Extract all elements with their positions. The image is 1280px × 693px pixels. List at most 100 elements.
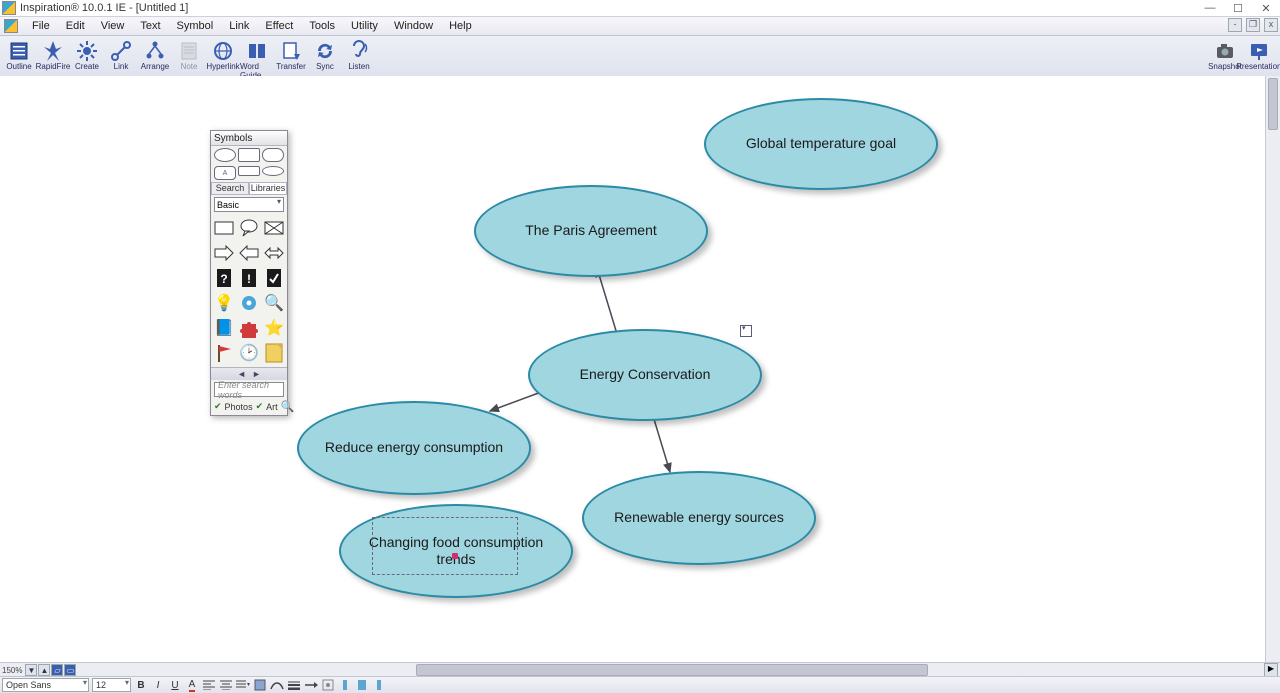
sym-note[interactable] <box>262 341 286 365</box>
font-size-select[interactable]: 12 <box>92 678 131 692</box>
line-width-button[interactable] <box>287 678 301 692</box>
bold-button[interactable]: B <box>134 678 148 692</box>
zoom-page-button[interactable]: ▭ <box>64 664 76 676</box>
opt-photos-check[interactable]: ✔ <box>214 401 222 412</box>
sym-arrow-right[interactable] <box>212 241 236 265</box>
sym-star[interactable]: ⭐ <box>262 316 286 340</box>
sym-speech-bubble[interactable] <box>237 216 261 240</box>
italic-button[interactable]: I <box>151 678 165 692</box>
underline-button[interactable]: U <box>168 678 182 692</box>
fill-color-button[interactable] <box>253 678 267 692</box>
sym-puzzle[interactable] <box>237 316 261 340</box>
nudge-right-button[interactable] <box>372 678 386 692</box>
sym-exclaim-dark[interactable]: ! <box>237 266 261 290</box>
node-global-temperature[interactable]: Global temperature goal <box>704 98 938 190</box>
defaults-button[interactable] <box>321 678 335 692</box>
palette-title[interactable]: Symbols <box>211 131 287 146</box>
sym-gear-blue[interactable] <box>237 291 261 315</box>
menu-help[interactable]: Help <box>441 19 480 33</box>
menu-file[interactable]: File <box>24 19 58 33</box>
zoom-out-button[interactable]: ▼ <box>25 664 37 676</box>
node-energy-conservation[interactable]: Energy Conservation <box>528 329 762 421</box>
menu-link[interactable]: Link <box>221 19 257 33</box>
node-label: Global temperature goal <box>746 135 896 153</box>
tool-link[interactable]: Link <box>104 38 138 71</box>
node-paris-agreement[interactable]: The Paris Agreement <box>474 185 708 277</box>
maximize-button[interactable]: ☐ <box>1224 0 1252 16</box>
node-label: The Paris Agreement <box>525 222 657 240</box>
child-minimize-button[interactable]: - <box>1228 18 1242 32</box>
sym-arrow-left[interactable] <box>237 241 261 265</box>
shape-rect-preset-1[interactable] <box>238 148 260 162</box>
font-color-button[interactable]: A <box>185 678 199 692</box>
menu-effect[interactable]: Effect <box>257 19 301 33</box>
palette-next[interactable]: ► <box>252 369 261 379</box>
tool-sync[interactable]: Sync <box>308 38 342 71</box>
sym-flag[interactable] <box>212 341 236 365</box>
shape-rounded-preset[interactable]: A <box>214 166 236 180</box>
sym-rectangle[interactable] <box>212 216 236 240</box>
minimize-button[interactable]: — <box>1196 0 1224 16</box>
opt-art-check[interactable]: ✔ <box>256 401 264 412</box>
shape-oval-preset-1[interactable] <box>214 148 236 162</box>
palette-tab-search[interactable]: Search <box>211 182 249 195</box>
node-reduce-consumption[interactable]: Reduce energy consumption <box>297 401 531 495</box>
subtopic-quick-handle[interactable] <box>740 325 752 337</box>
menu-window[interactable]: Window <box>386 19 441 33</box>
menu-utility[interactable]: Utility <box>343 19 386 33</box>
sym-question-dark[interactable]: ? <box>212 266 236 290</box>
palette-tab-libraries[interactable]: Libraries <box>249 182 287 195</box>
close-button[interactable]: ✕ <box>1252 0 1280 16</box>
palette-prev[interactable]: ◄ <box>237 369 246 379</box>
tool-presentation[interactable]: Presentation <box>1242 38 1276 71</box>
align-menu-button[interactable] <box>236 678 250 692</box>
tool-create[interactable]: Create <box>70 38 104 71</box>
zoom-level[interactable]: 150% <box>0 666 24 675</box>
menu-text[interactable]: Text <box>132 19 168 33</box>
tool-outline[interactable]: Outline <box>2 38 36 71</box>
menu-edit[interactable]: Edit <box>58 19 93 33</box>
horizontal-scroll-right[interactable]: ▶ <box>1264 663 1278 677</box>
child-restore-button[interactable]: ❐ <box>1246 18 1260 32</box>
sym-check-dark[interactable] <box>262 266 286 290</box>
line-style-button[interactable] <box>270 678 284 692</box>
tool-rapidfire[interactable]: RapidFire <box>36 38 70 71</box>
sym-crossed-box[interactable] <box>262 216 286 240</box>
sym-magnifier[interactable]: 🔍 <box>262 291 286 315</box>
align-left-button[interactable] <box>202 678 216 692</box>
font-family-select[interactable]: Open Sans <box>2 678 89 692</box>
sym-lightbulb[interactable]: 💡 <box>212 291 236 315</box>
tool-wordguide[interactable]: Word Guide <box>240 38 274 80</box>
child-close-button[interactable]: x <box>1264 18 1278 32</box>
horizontal-scroll-thumb[interactable] <box>416 664 928 676</box>
zoom-fit-button[interactable]: ▱ <box>51 664 63 676</box>
sym-arrow-both[interactable] <box>262 241 286 265</box>
palette-library-select[interactable]: Basic <box>214 197 284 212</box>
zoom-in-button[interactable]: ▲ <box>38 664 50 676</box>
tool-arrange[interactable]: Arrange <box>138 38 172 71</box>
align-center-button[interactable] <box>219 678 233 692</box>
palette-search-go[interactable]: 🔍 <box>281 400 295 413</box>
arrow-style-button[interactable] <box>304 678 318 692</box>
menu-view[interactable]: View <box>93 19 133 33</box>
shape-flat-preset[interactable] <box>238 166 260 176</box>
node-renewable-sources[interactable]: Renewable energy sources <box>582 471 816 565</box>
shape-oval-preset-2[interactable] <box>262 148 284 162</box>
main-toolbar: Outline RapidFire Create Link Arrange No… <box>0 36 1280 79</box>
shape-thin-oval-preset[interactable] <box>262 166 284 176</box>
vertical-scroll-thumb[interactable] <box>1268 78 1278 130</box>
tool-hyperlink[interactable]: Hyperlink <box>206 38 240 71</box>
palette-search-input[interactable]: Enter search words <box>214 382 284 397</box>
symbols-palette[interactable]: Symbols A Search Libraries Basic <box>210 130 288 416</box>
tool-listen[interactable]: Listen <box>342 38 376 71</box>
tool-transfer[interactable]: Transfer <box>274 38 308 71</box>
vertical-scrollbar[interactable] <box>1265 76 1280 663</box>
tool-note[interactable]: Note <box>172 38 206 71</box>
diagram-canvas[interactable]: Global temperature goal The Paris Agreem… <box>0 76 1266 659</box>
menu-symbol[interactable]: Symbol <box>169 19 222 33</box>
sym-book[interactable]: 📘 <box>212 316 236 340</box>
sym-clock[interactable]: 🕑 <box>237 341 261 365</box>
nudge-left-button[interactable] <box>338 678 352 692</box>
menu-tools[interactable]: Tools <box>301 19 343 33</box>
nudge-center-button[interactable] <box>355 678 369 692</box>
